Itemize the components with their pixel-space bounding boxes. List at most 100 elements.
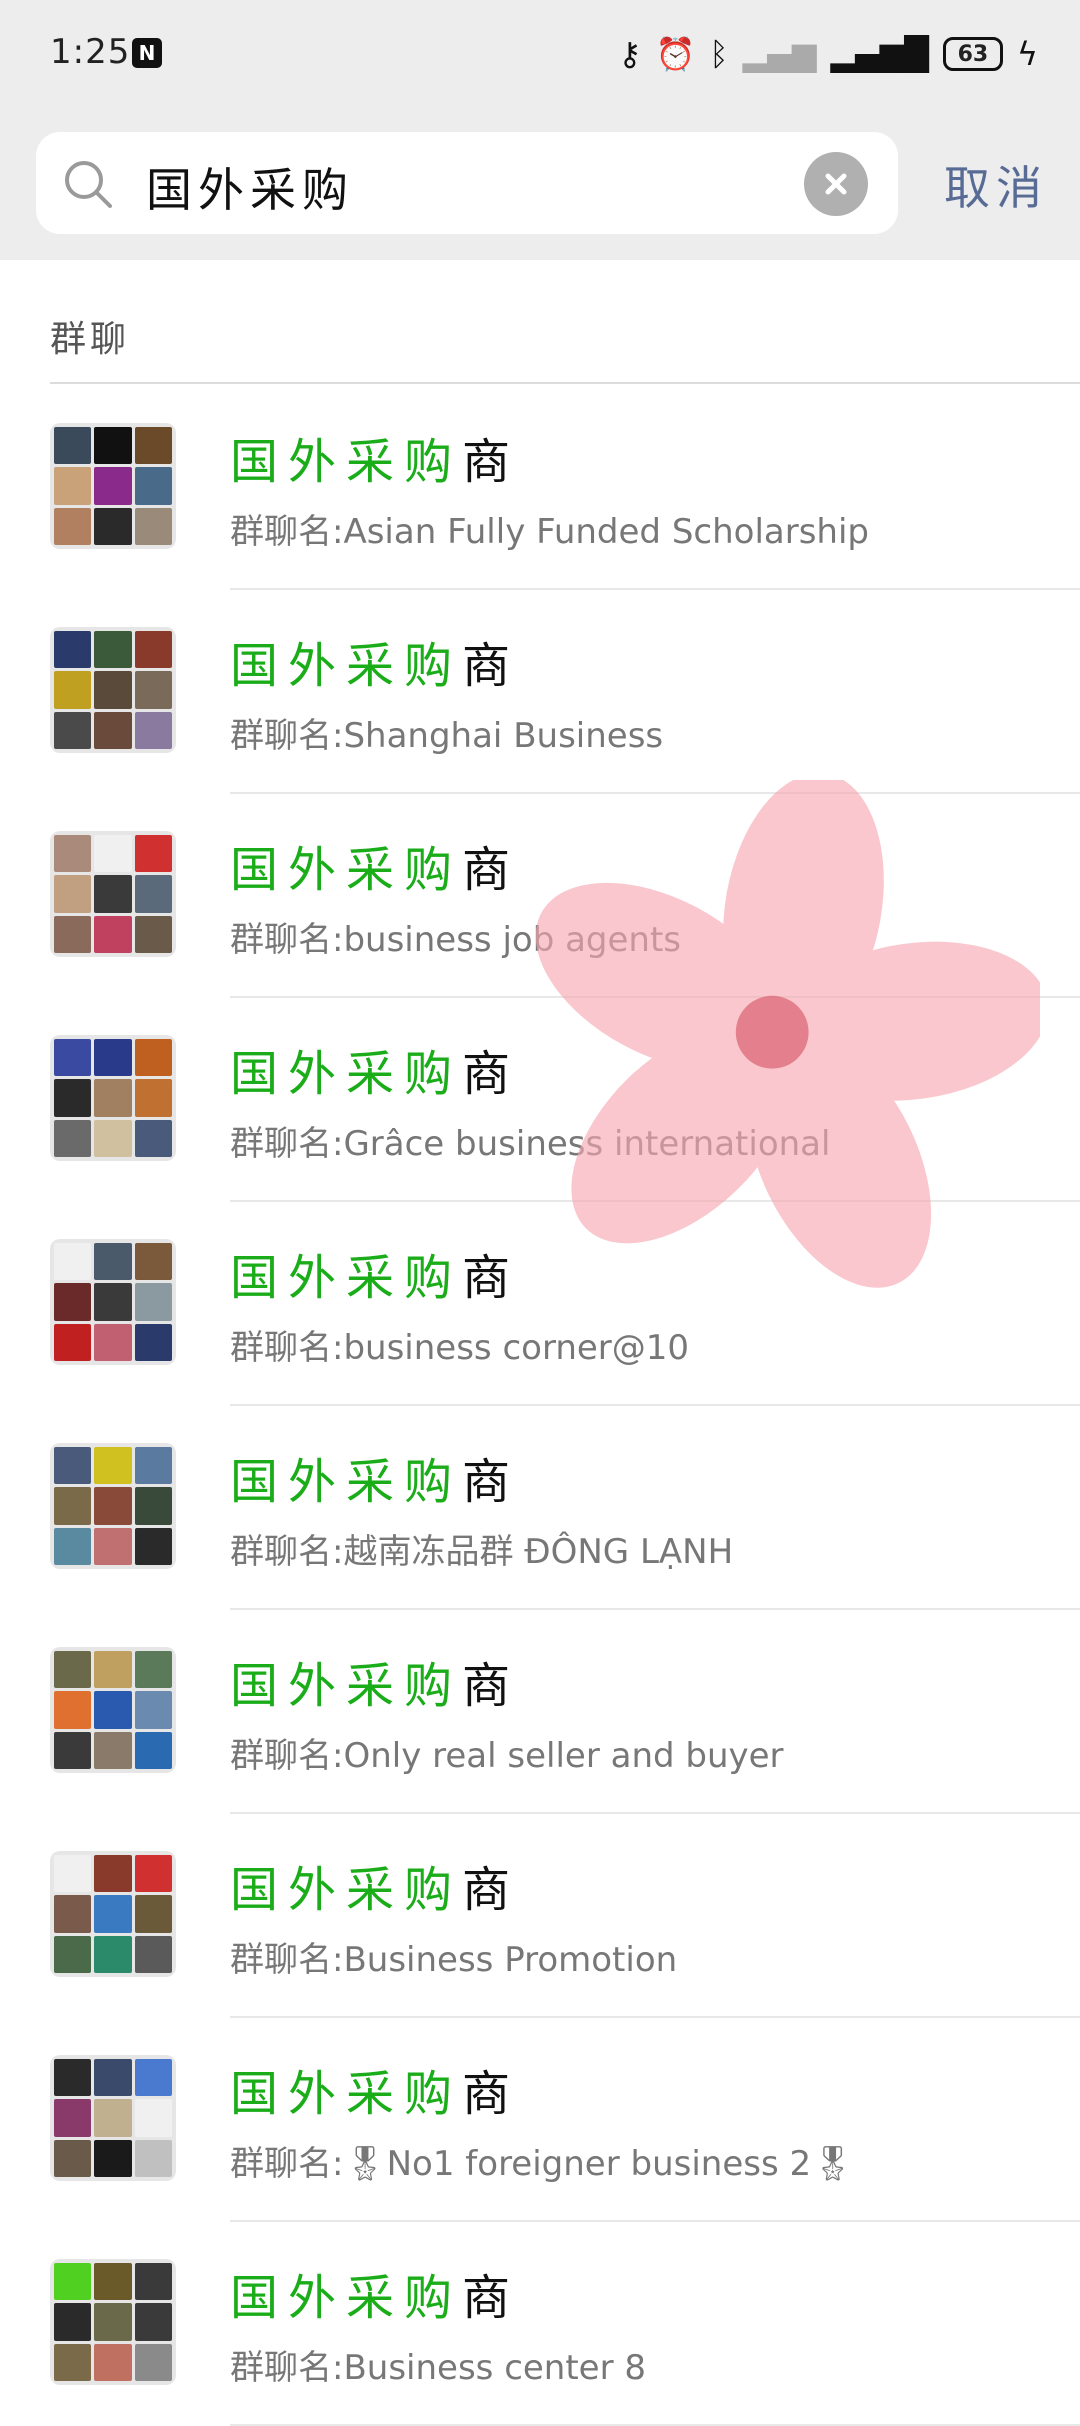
cancel-button[interactable]: 取消 [944,152,1048,218]
avatar-tile [54,1651,92,1689]
group-subtitle: 群聊名:business job agents [230,920,682,960]
avatar-tile [134,1283,172,1321]
avatar-tile [134,1895,172,1933]
avatar-tile [54,2303,92,2341]
group-avatar [50,2259,176,2385]
result-item[interactable]: 国外采购商群聊名:business corner@10 [0,1202,1080,1406]
title-rest: 商 [462,1658,521,1714]
avatar-tile [134,1651,172,1689]
title-highlight: 国外采购 [230,1250,463,1306]
avatar-tile [94,507,132,545]
title-rest: 商 [462,842,521,898]
status-icons: ⚷ ⏰ ᛒ ▂▄▆ ▂▄▆█ 63 ϟ [618,28,1038,80]
avatar-tile [54,1487,92,1525]
signal-x-icon: ▂▄▆ [742,35,817,73]
avatar-tile [134,1323,172,1361]
bluetooth-icon: ᛒ [709,35,729,73]
avatar-tile [94,1935,132,1973]
avatar-tile [54,835,92,873]
group-avatar [50,1239,176,1365]
avatar-tile [134,1691,172,1729]
status-bar: 1:25 N ⚷ ⏰ ᛒ ▂▄▆ ▂▄▆█ 63 ϟ [0,0,1080,110]
result-item[interactable]: 国外采购商群聊名:business job agents [0,794,1080,998]
group-subtitle: 群聊名:Business center 8 [230,2348,647,2388]
avatar-tile [94,671,132,709]
avatar-tile [94,1119,132,1157]
result-item[interactable]: 国外采购商群聊名:Business center 8 [0,2222,1080,2426]
avatar-tile [54,1323,92,1361]
title-rest: 商 [462,2066,521,2122]
avatar-tile [94,1855,132,1893]
avatar-tile [134,1079,172,1117]
avatar-tile [94,2059,132,2097]
title-rest: 商 [462,1250,521,1306]
signal-4g-icon: ▂▄▆█ [830,35,929,73]
group-avatar [50,1851,176,1977]
avatar-tile [134,1119,172,1157]
avatar-tile [134,1731,172,1769]
group-title: 国外采购商 [230,626,520,696]
result-item[interactable]: 国外采购商 群聊名:Asian Fully Funded Scholarship [0,386,1080,590]
avatar-tile [54,1283,92,1321]
avatar-tile [134,1447,172,1485]
group-avatar [50,627,176,753]
avatar-tile [134,2139,172,2177]
result-item[interactable]: 国外采购商 群聊名:越南冻品群 ĐÔNG LẠNH [0,1406,1080,1610]
title-highlight: 国外采购 [230,1046,463,1102]
group-subtitle: 群聊名:business corner@10 [230,1328,690,1368]
group-title: 国外采购商 [230,830,520,900]
result-item[interactable]: 国外采购商 群聊名:Grâce business international [0,998,1080,1202]
avatar-tile [134,671,172,709]
battery-indicator: 63 [942,37,1003,71]
avatar-tile [94,2099,132,2137]
group-title: 国外采购商 [230,1238,520,1308]
avatar-tile [134,835,172,873]
avatar-tile [94,1731,132,1769]
avatar-tile [54,2139,92,2177]
group-avatar [50,423,176,549]
avatar-tile [54,1691,92,1729]
avatar-tile [94,1651,132,1689]
group-subtitle: 群聊名:Shanghai Business [230,716,664,756]
clear-search-button[interactable] [804,152,868,216]
result-item[interactable]: 国外采购商群聊名:Shanghai Business [0,590,1080,794]
title-highlight: 国外采购 [230,2270,463,2326]
avatar-tile [94,1895,132,1933]
avatar-tile [94,1079,132,1117]
avatar-tile [134,1935,172,1973]
clear-icon [825,173,847,195]
avatar-tile [54,711,92,749]
avatar-tile [94,1323,132,1361]
avatar-tile [134,2059,172,2097]
search-bar-area: 国外采购 取消 [0,110,1080,260]
result-item[interactable]: 国外采购商 群聊名:Only real seller and buyer [0,1610,1080,1814]
group-avatar [50,1443,176,1569]
avatar-tile [54,671,92,709]
avatar-tile [54,1039,92,1077]
title-highlight: 国外采购 [230,434,463,490]
search-query[interactable]: 国外采购 [146,154,354,220]
avatar-tile [54,1527,92,1565]
group-title: 国外采购商 [230,2258,520,2328]
status-time: 1:25 [50,32,131,72]
avatar-tile [134,1527,172,1565]
avatar-tile [54,1731,92,1769]
avatar-tile [54,1935,92,1973]
n-app-icon: N [132,38,162,68]
avatar-tile [54,1079,92,1117]
avatar-tile [94,467,132,505]
avatar-tile [94,1283,132,1321]
result-item[interactable]: 国外采购商 群聊名:Business Promotion [0,1814,1080,2018]
avatar-tile [54,1447,92,1485]
group-title: 国外采购商 [230,422,520,492]
group-subtitle: 群聊名:Business Promotion [230,1940,678,1980]
avatar-tile [134,1487,172,1525]
avatar-tile [134,2303,172,2341]
avatar-tile [134,1243,172,1281]
section-title: 群聊 [50,319,131,360]
avatar-tile [54,915,92,953]
result-item[interactable]: 国外采购商 群聊名:🎖No1 foreigner business 2🎖 [0,2018,1080,2222]
avatar-tile [134,2263,172,2301]
search-input[interactable]: 国外采购 [36,132,898,234]
avatar-tile [134,467,172,505]
